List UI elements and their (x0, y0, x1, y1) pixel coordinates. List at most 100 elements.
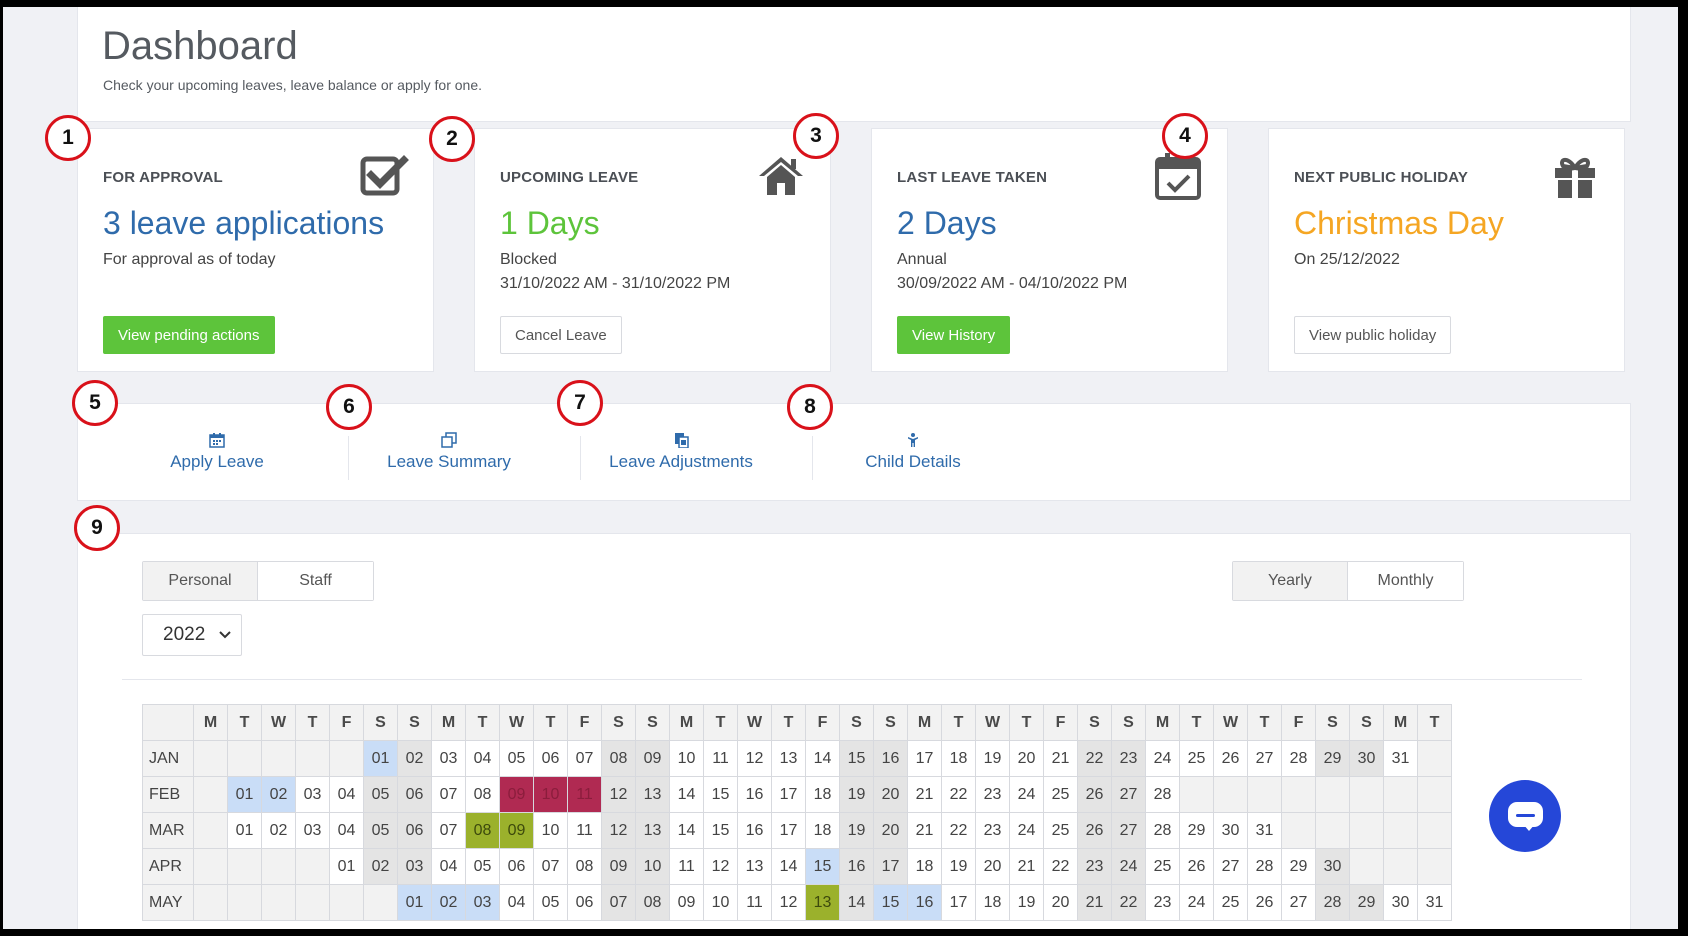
calendar-day-cell[interactable]: 12 (601, 812, 636, 849)
calendar-day-cell[interactable]: 19 (839, 776, 874, 813)
view-public-holiday-button[interactable]: View public holiday (1294, 316, 1452, 354)
calendar-day-cell[interactable]: 16 (737, 776, 772, 813)
calendar-day-cell[interactable]: 18 (941, 740, 976, 777)
cancel-leave-button[interactable]: Cancel Leave (500, 316, 622, 354)
calendar-day-cell[interactable]: 23 (1111, 740, 1146, 777)
calendar-day-cell[interactable]: 28 (1315, 884, 1350, 921)
calendar-day-cell[interactable]: 12 (771, 884, 806, 921)
calendar-day-cell[interactable]: 18 (975, 884, 1010, 921)
calendar-day-cell[interactable]: 30 (1383, 884, 1418, 921)
calendar-day-cell[interactable]: 11 (567, 812, 602, 849)
calendar-day-cell[interactable]: 06 (499, 848, 534, 885)
calendar-day-cell[interactable]: 26 (1247, 884, 1282, 921)
calendar-day-cell[interactable]: 27 (1247, 740, 1282, 777)
calendar-day-cell[interactable]: 12 (601, 776, 636, 813)
calendar-day-cell[interactable]: 14 (669, 776, 704, 813)
calendar-day-cell[interactable]: 07 (567, 740, 602, 777)
calendar-day-cell[interactable]: 17 (771, 776, 806, 813)
calendar-day-cell[interactable]: 15 (873, 884, 908, 921)
calendar-day-cell[interactable]: 23 (975, 776, 1010, 813)
calendar-day-cell[interactable]: 17 (907, 740, 942, 777)
calendar-day-cell[interactable]: 24 (1179, 884, 1214, 921)
calendar-day-cell[interactable]: 11 (669, 848, 704, 885)
calendar-day-cell[interactable]: 03 (465, 884, 500, 921)
calendar-day-cell[interactable]: 02 (431, 884, 466, 921)
calendar-day-cell[interactable]: 31 (1417, 884, 1452, 921)
calendar-day-cell[interactable]: 24 (1145, 740, 1180, 777)
calendar-day-cell[interactable]: 22 (1043, 848, 1078, 885)
calendar-day-cell[interactable]: 04 (329, 776, 364, 813)
calendar-day-cell[interactable]: 08 (635, 884, 670, 921)
calendar-day-cell[interactable]: 25 (1145, 848, 1180, 885)
calendar-day-cell[interactable]: 10 (669, 740, 704, 777)
calendar-day-cell[interactable]: 04 (465, 740, 500, 777)
child-details-shortcut[interactable]: Child Details (788, 414, 1038, 488)
view-history-button[interactable]: View History (897, 316, 1011, 354)
apply-leave-shortcut[interactable]: Apply Leave (92, 414, 342, 488)
calendar-day-cell[interactable]: 01 (227, 812, 262, 849)
calendar-day-cell[interactable]: 17 (873, 848, 908, 885)
calendar-day-cell[interactable]: 04 (329, 812, 364, 849)
personal-tab[interactable]: Personal (143, 562, 258, 600)
calendar-day-cell[interactable]: 13 (805, 884, 840, 921)
calendar-day-cell[interactable]: 19 (839, 812, 874, 849)
calendar-day-cell[interactable]: 08 (465, 812, 500, 849)
calendar-day-cell[interactable]: 02 (261, 776, 296, 813)
calendar-day-cell[interactable]: 26 (1213, 740, 1248, 777)
calendar-day-cell[interactable]: 11 (567, 776, 602, 813)
calendar-day-cell[interactable]: 07 (431, 776, 466, 813)
year-select[interactable]: 2022 (142, 614, 242, 656)
calendar-day-cell[interactable]: 27 (1213, 848, 1248, 885)
calendar-day-cell[interactable]: 11 (737, 884, 772, 921)
calendar-day-cell[interactable]: 30 (1315, 848, 1350, 885)
calendar-day-cell[interactable]: 28 (1145, 812, 1180, 849)
calendar-day-cell[interactable]: 15 (839, 740, 874, 777)
calendar-day-cell[interactable]: 29 (1281, 848, 1316, 885)
calendar-day-cell[interactable]: 20 (1043, 884, 1078, 921)
calendar-day-cell[interactable]: 17 (771, 812, 806, 849)
calendar-day-cell[interactable]: 22 (1111, 884, 1146, 921)
calendar-day-cell[interactable]: 08 (465, 776, 500, 813)
calendar-day-cell[interactable]: 19 (975, 740, 1010, 777)
calendar-day-cell[interactable]: 24 (1009, 812, 1044, 849)
calendar-day-cell[interactable]: 03 (397, 848, 432, 885)
calendar-day-cell[interactable]: 28 (1281, 740, 1316, 777)
calendar-day-cell[interactable]: 01 (397, 884, 432, 921)
calendar-day-cell[interactable]: 06 (567, 884, 602, 921)
calendar-day-cell[interactable]: 30 (1213, 812, 1248, 849)
calendar-day-cell[interactable]: 13 (737, 848, 772, 885)
calendar-day-cell[interactable]: 26 (1179, 848, 1214, 885)
calendar-day-cell[interactable]: 23 (1145, 884, 1180, 921)
calendar-day-cell[interactable]: 02 (397, 740, 432, 777)
calendar-day-cell[interactable]: 20 (975, 848, 1010, 885)
calendar-day-cell[interactable]: 25 (1213, 884, 1248, 921)
calendar-day-cell[interactable]: 29 (1349, 884, 1384, 921)
calendar-day-cell[interactable]: 09 (601, 848, 636, 885)
calendar-day-cell[interactable]: 14 (805, 740, 840, 777)
calendar-day-cell[interactable]: 16 (737, 812, 772, 849)
calendar-day-cell[interactable]: 02 (363, 848, 398, 885)
calendar-day-cell[interactable]: 20 (873, 776, 908, 813)
calendar-day-cell[interactable]: 22 (1077, 740, 1112, 777)
calendar-day-cell[interactable]: 24 (1009, 776, 1044, 813)
calendar-day-cell[interactable]: 23 (1077, 848, 1112, 885)
calendar-day-cell[interactable]: 18 (805, 776, 840, 813)
calendar-day-cell[interactable]: 05 (533, 884, 568, 921)
calendar-day-cell[interactable]: 11 (703, 740, 738, 777)
calendar-day-cell[interactable]: 06 (533, 740, 568, 777)
calendar-day-cell[interactable]: 25 (1043, 776, 1078, 813)
calendar-day-cell[interactable]: 22 (941, 776, 976, 813)
calendar-day-cell[interactable]: 29 (1315, 740, 1350, 777)
calendar-day-cell[interactable]: 21 (1043, 740, 1078, 777)
calendar-day-cell[interactable]: 12 (737, 740, 772, 777)
calendar-day-cell[interactable]: 21 (907, 812, 942, 849)
calendar-day-cell[interactable]: 14 (669, 812, 704, 849)
calendar-day-cell[interactable]: 27 (1111, 776, 1146, 813)
calendar-day-cell[interactable]: 10 (703, 884, 738, 921)
calendar-day-cell[interactable]: 27 (1281, 884, 1316, 921)
calendar-day-cell[interactable]: 07 (431, 812, 466, 849)
view-pending-actions-button[interactable]: View pending actions (103, 316, 275, 354)
calendar-day-cell[interactable]: 12 (703, 848, 738, 885)
calendar-day-cell[interactable]: 06 (397, 812, 432, 849)
calendar-day-cell[interactable]: 04 (499, 884, 534, 921)
